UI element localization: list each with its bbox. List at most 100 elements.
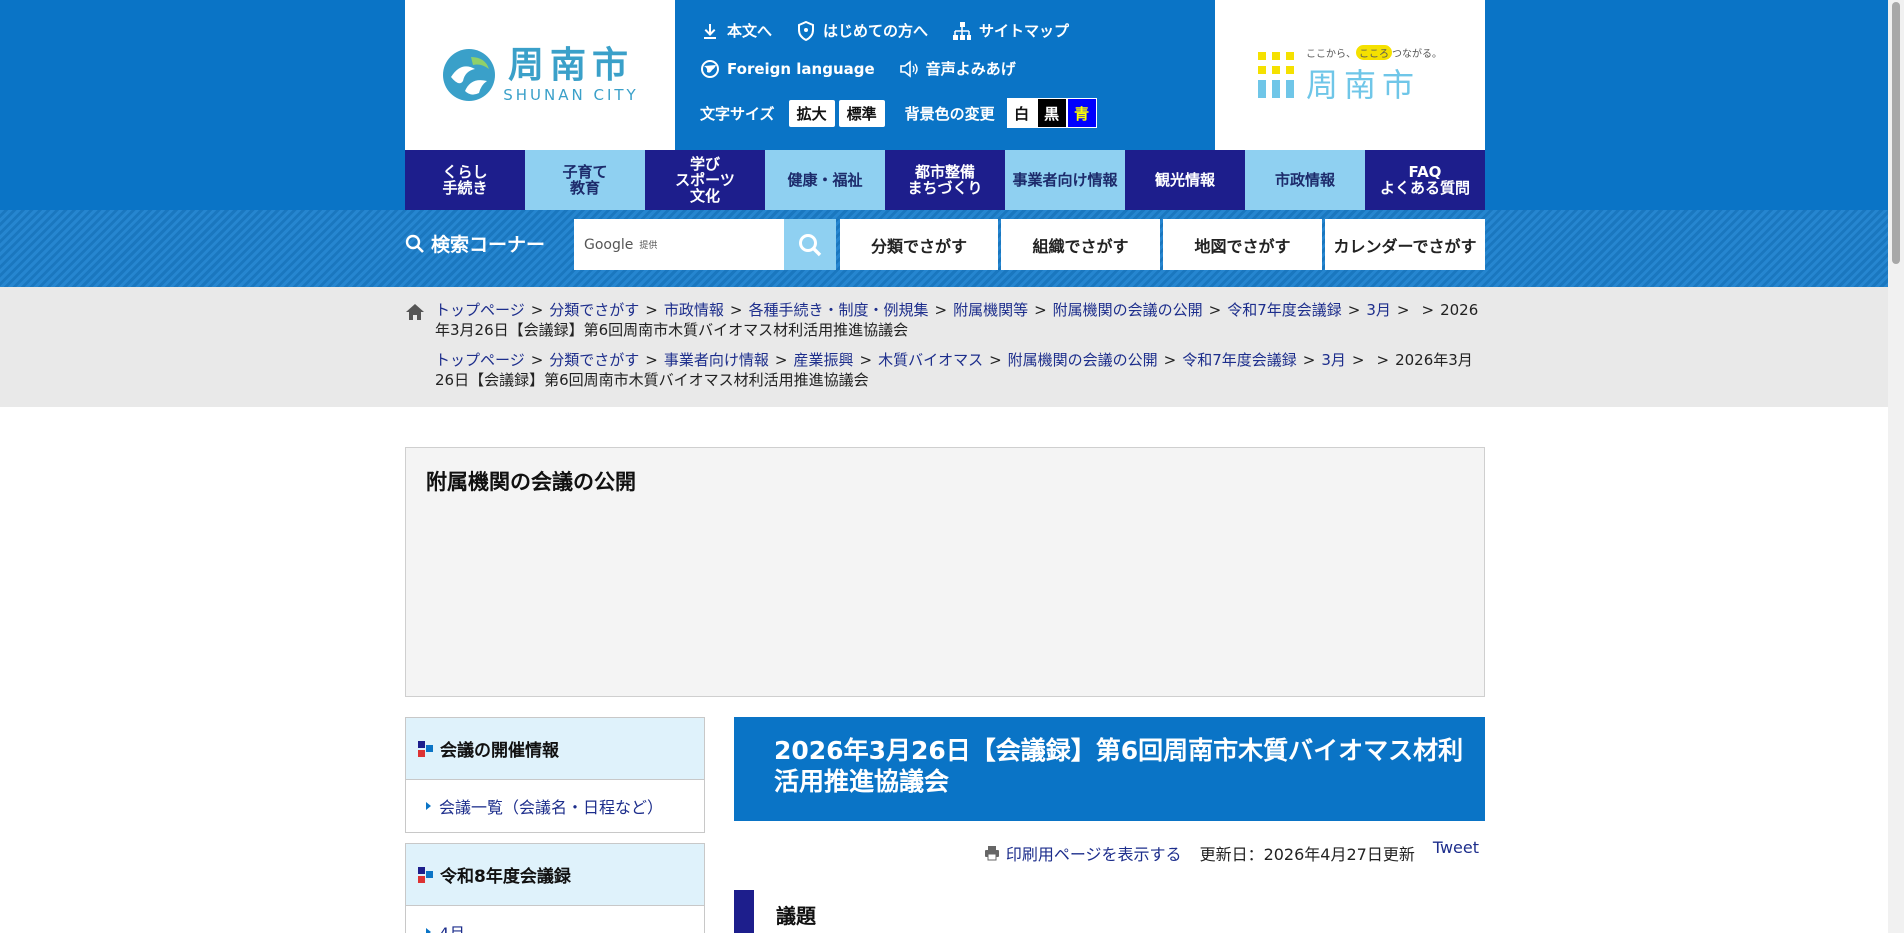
gnav-business[interactable]: 事業者向け情報 bbox=[1005, 150, 1125, 210]
gnav-line: 文化 bbox=[689, 187, 720, 205]
find-by-category-button[interactable]: 分類でさがす bbox=[840, 219, 998, 270]
breadcrumb-link[interactable]: 3月 bbox=[1321, 351, 1346, 369]
breadcrumb-link[interactable]: 分類でさがす bbox=[549, 301, 639, 319]
side-menu-heading-text: 令和8年度会議録 bbox=[440, 867, 571, 887]
slogan-text: ここから、 こころ つながる。 bbox=[1306, 44, 1442, 60]
heading-bar bbox=[734, 890, 754, 933]
sitemap-icon bbox=[953, 21, 972, 40]
breadcrumb-link[interactable]: 附属機関等 bbox=[953, 301, 1028, 319]
gnav-tourism[interactable]: 観光情報 bbox=[1125, 150, 1245, 210]
breadcrumb-separator: > bbox=[1421, 301, 1435, 319]
logo-english: SHUNAN CITY bbox=[503, 86, 639, 104]
font-size-large-button[interactable]: 拡大 bbox=[788, 99, 835, 127]
read-aloud-link[interactable]: 音声よみあげ bbox=[899, 58, 1016, 79]
skip-to-content-link[interactable]: 本文へ bbox=[700, 20, 772, 41]
updated-date: 更新日：2026年4月27日更新 bbox=[1199, 845, 1415, 864]
side-menu-item-meeting-list[interactable]: 会議一覧（会議名・日程など） bbox=[406, 780, 704, 832]
bg-blue-button[interactable]: 青 bbox=[1066, 98, 1097, 128]
gnav-childcare[interactable]: 子育て 教育 bbox=[525, 150, 645, 210]
breadcrumb-link[interactable]: 令和7年度会議録 bbox=[1227, 301, 1342, 319]
tweet-link[interactable]: Tweet bbox=[1433, 838, 1479, 857]
find-by-organization-button[interactable]: 組織でさがす bbox=[1001, 219, 1160, 270]
foreign-language-label: Foreign language bbox=[727, 59, 875, 78]
gnav-line: 教育 bbox=[569, 179, 600, 197]
breadcrumb-link[interactable]: 市政情報 bbox=[664, 301, 724, 319]
side-menu-item-label: 4月 bbox=[439, 920, 465, 933]
breadcrumb-separator: > bbox=[1034, 301, 1047, 319]
breadcrumb-line-1: トップページ > 分類でさがす > 市政情報 > 各種手続き・制度・例規集 > 附属機関等 > 附属… bbox=[405, 300, 1485, 340]
breadcrumb-separator: > bbox=[729, 301, 743, 319]
side-menu-item-april[interactable]: 4月 bbox=[406, 906, 704, 933]
breadcrumb-link[interactable]: 事業者向け情報 bbox=[664, 351, 769, 369]
bg-color-label: 背景色の変更 bbox=[904, 104, 995, 123]
breadcrumb-separator: > bbox=[530, 351, 544, 369]
breadcrumb-link[interactable]: 附属機関の会議の公開 bbox=[1008, 351, 1158, 369]
breadcrumb-link[interactable]: 3月 bbox=[1366, 301, 1391, 319]
breadcrumb-separator: > bbox=[530, 301, 544, 319]
page-title: 2026年3月26日【会議録】第6回周南市木質バイオマス材利活用推進協議会 bbox=[734, 717, 1485, 821]
gnav-health[interactable]: 健康・福祉 bbox=[765, 150, 885, 210]
side-menu-item-label: 会議一覧（会議名・日程など） bbox=[439, 798, 664, 817]
scrollbar[interactable] bbox=[1888, 0, 1904, 933]
gnav-line: 健康・福祉 bbox=[787, 171, 863, 189]
gnav-living[interactable]: くらし 手続き bbox=[405, 150, 525, 210]
breadcrumb-link[interactable]: 産業振興 bbox=[793, 351, 853, 369]
foreign-language-link[interactable]: Foreign language bbox=[700, 59, 875, 79]
slogan-logo: ここから、 こころ つながる。 周南市 bbox=[1215, 0, 1485, 150]
first-visit-label: はじめての方へ bbox=[823, 22, 929, 40]
read-aloud-label: 音声よみあげ bbox=[925, 60, 1016, 78]
gnav-faq[interactable]: FAQ よくある質問 bbox=[1365, 150, 1485, 210]
triangle-right-icon bbox=[426, 802, 431, 810]
find-by-calendar-button[interactable]: カレンダーでさがす bbox=[1325, 219, 1485, 270]
sitemap-label: サイトマップ bbox=[979, 22, 1070, 40]
breadcrumb-separator: > bbox=[859, 351, 873, 369]
font-size-normal-button[interactable]: 標準 bbox=[838, 99, 885, 127]
gnav-line: 観光情報 bbox=[1154, 171, 1215, 189]
breadcrumb-link[interactable]: 附属機関の会議の公開 bbox=[1053, 301, 1203, 319]
square-mark-icon bbox=[418, 740, 434, 757]
feature-box: 附属機関の会議の公開 bbox=[405, 447, 1485, 697]
search-button[interactable] bbox=[784, 219, 836, 270]
breadcrumb-link[interactable]: 木質バイオマス bbox=[878, 351, 983, 369]
breadcrumb-separator: > bbox=[989, 351, 1002, 369]
side-menu-heading-text: 会議の開催情報 bbox=[440, 741, 559, 761]
side-menu-heading: 会議の開催情報 bbox=[406, 718, 704, 780]
search-input[interactable]: Google 提供 bbox=[574, 219, 784, 270]
breadcrumb-link[interactable]: 令和7年度会議録 bbox=[1182, 351, 1297, 369]
breadcrumb-separator: > bbox=[1208, 301, 1222, 319]
breadcrumb-link[interactable]: トップページ bbox=[435, 301, 525, 319]
gnav-line: 事業者向け情報 bbox=[1012, 171, 1118, 189]
shunan-logo-icon bbox=[443, 49, 496, 101]
bg-black-button[interactable]: 黒 bbox=[1036, 98, 1067, 128]
breadcrumb-link[interactable]: 各種手続き・制度・例規集 bbox=[748, 301, 928, 319]
print-page-link[interactable]: 印刷用ページを表示する bbox=[984, 841, 1182, 865]
scrollbar-thumb[interactable] bbox=[1892, 2, 1900, 264]
sitemap-link[interactable]: サイトマップ bbox=[952, 20, 1069, 41]
breadcrumb-link[interactable]: トップページ bbox=[435, 351, 525, 369]
slogan-mid: こころ bbox=[1356, 44, 1392, 60]
breadcrumb-separator: > bbox=[934, 301, 948, 319]
gnav-city-admin[interactable]: 市政情報 bbox=[1245, 150, 1365, 210]
print-page-label: 印刷用ページを表示する bbox=[1005, 845, 1182, 864]
google-text: Google bbox=[584, 236, 634, 253]
breadcrumb-separator: > bbox=[645, 301, 658, 319]
feature-title: 附属機関の会議の公開 bbox=[426, 470, 636, 494]
logo-japanese: 周南市 bbox=[507, 45, 634, 86]
printer-icon bbox=[984, 846, 999, 861]
gnav-learning[interactable]: 学び スポーツ 文化 bbox=[645, 150, 765, 210]
gnav-line: 手続き bbox=[442, 179, 488, 197]
site-logo[interactable]: 周南市 SHUNAN CITY bbox=[405, 0, 675, 150]
globe-icon bbox=[701, 59, 719, 78]
find-by-map-button[interactable]: 地図でさがす bbox=[1163, 219, 1322, 270]
bg-white-button[interactable]: 白 bbox=[1006, 98, 1037, 128]
breadcrumb-link[interactable]: 分類でさがす bbox=[549, 351, 639, 369]
breadcrumb-line-2: トップページ > 分類でさがす > 事業者向け情報 > 産業振興 > 木質バイオマス > 附属機関の… bbox=[405, 350, 1485, 390]
home-icon bbox=[406, 304, 424, 320]
provided-text: 提供 bbox=[639, 241, 658, 251]
font-size-label: 文字サイズ bbox=[700, 104, 775, 123]
side-menu-heading: 令和8年度会議録 bbox=[406, 844, 704, 906]
first-visit-link[interactable]: はじめての方へ bbox=[796, 20, 928, 41]
gnav-urban[interactable]: 都市整備 まちづくり bbox=[885, 150, 1005, 210]
slogan-pre: ここから、 bbox=[1306, 48, 1356, 60]
skip-to-content-label: 本文へ bbox=[727, 22, 773, 40]
